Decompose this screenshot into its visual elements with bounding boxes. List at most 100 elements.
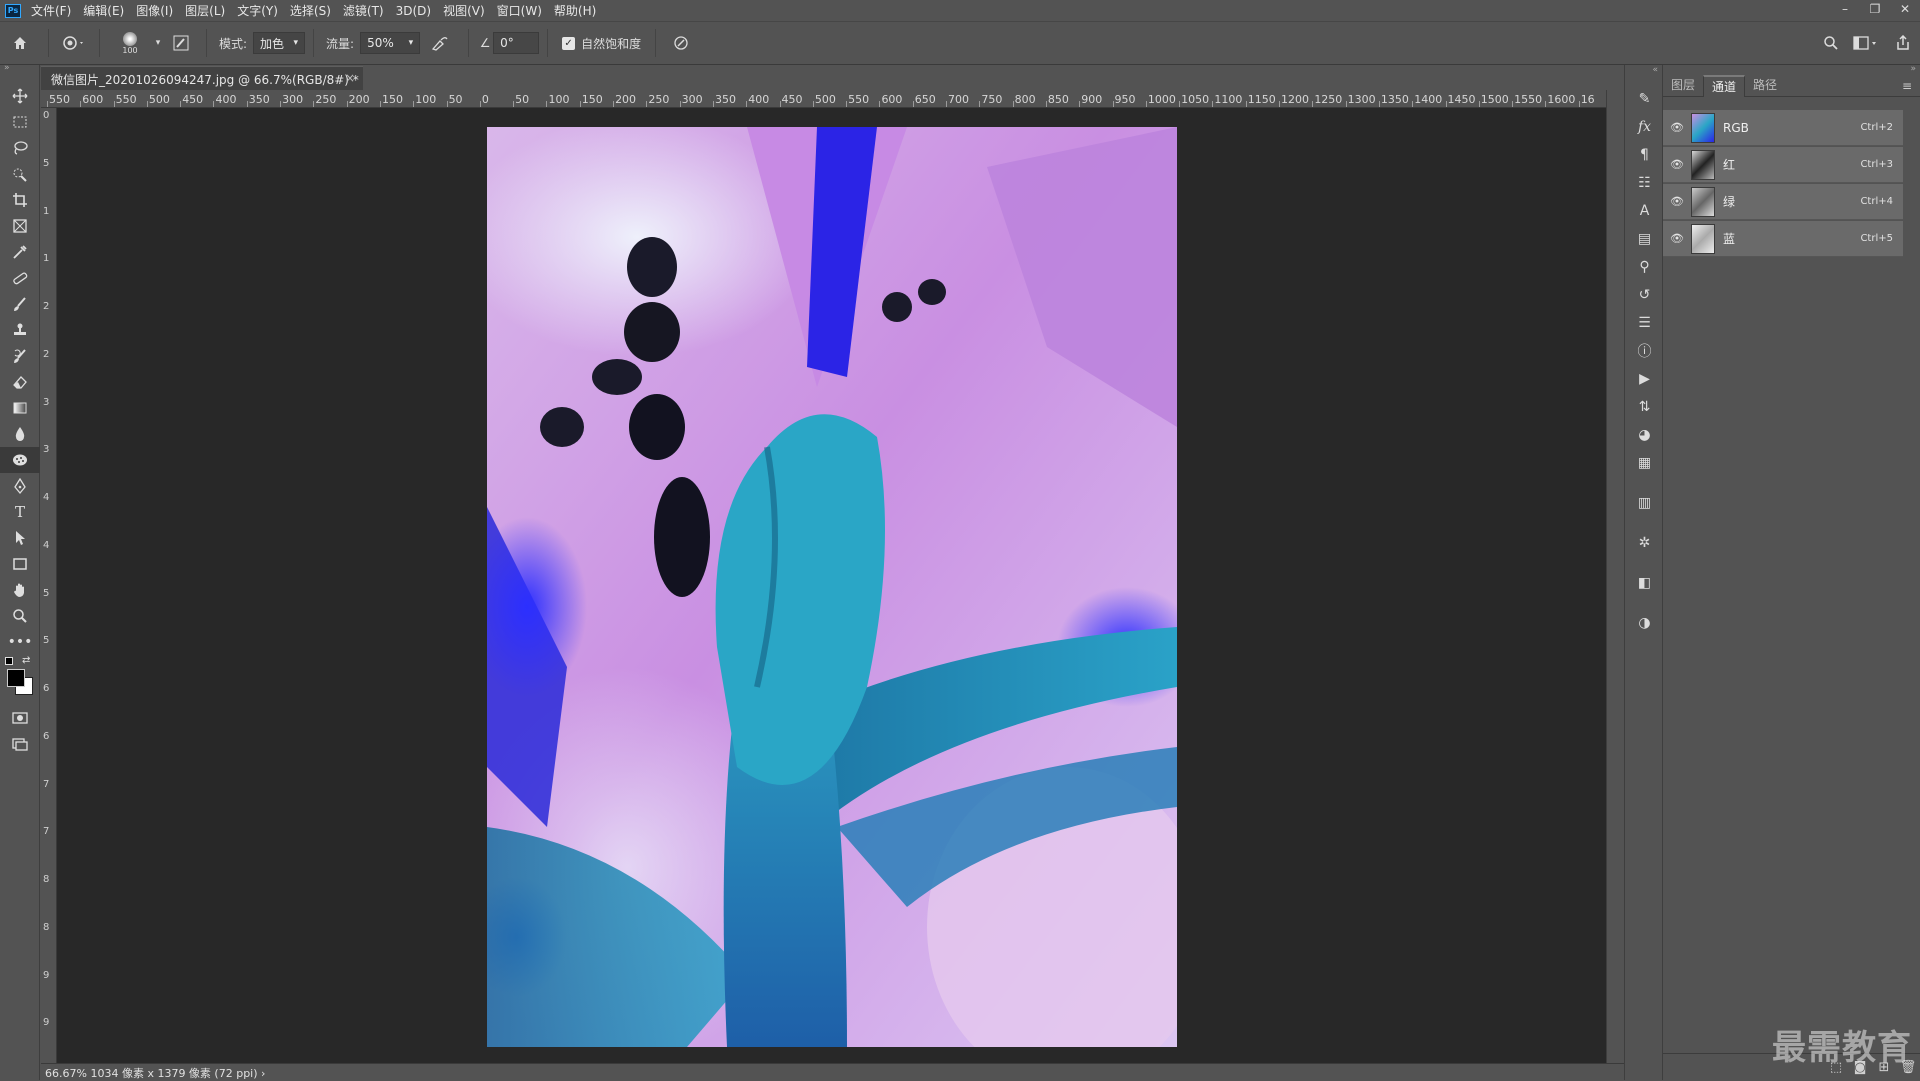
glyphs-panel-icon[interactable]: ▤ <box>1625 225 1664 253</box>
sponge-tool-icon[interactable] <box>0 447 40 473</box>
menu-help[interactable]: 帮助(H) <box>554 2 596 19</box>
document-image[interactable] <box>487 127 1177 1047</box>
properties-panel-icon[interactable]: ☷ <box>1625 169 1664 197</box>
flow-input[interactable]: 50% ▾ <box>360 32 421 54</box>
eraser-tool-icon[interactable] <box>0 369 40 395</box>
separator <box>48 29 49 57</box>
history-panel-icon[interactable]: ↺ <box>1625 281 1664 309</box>
close-tab-icon[interactable]: × <box>345 71 355 85</box>
healing-brush-tool-icon[interactable] <box>0 265 40 291</box>
brush-settings-icon[interactable] <box>164 35 198 51</box>
more-tools-icon[interactable]: ••• <box>0 629 40 655</box>
clone-stamp-tool-icon[interactable] <box>0 317 40 343</box>
menu-3d[interactable]: 3D(D) <box>396 4 431 18</box>
collapse-panel-icon[interactable]: » <box>1910 64 1916 74</box>
airbrush-icon[interactable] <box>420 35 460 51</box>
brush-tool-icon[interactable] <box>0 291 40 317</box>
brush-size-value: 100 <box>122 45 138 55</box>
menu-filter[interactable]: 滤镜(T) <box>343 2 384 19</box>
actions-panel-icon[interactable]: ▶ <box>1625 365 1664 393</box>
crop-tool-icon[interactable] <box>0 187 40 213</box>
brush-settings-panel-icon[interactable]: ✎ <box>1625 85 1664 113</box>
tool-preset-picker-icon[interactable] <box>57 35 91 51</box>
menu-layer[interactable]: 图层(L) <box>185 2 225 19</box>
menu-type[interactable]: 文字(Y) <box>237 2 278 19</box>
quick-selection-tool-icon[interactable] <box>0 161 40 187</box>
menu-view[interactable]: 视图(V) <box>443 2 485 19</box>
menu-image[interactable]: 图像(I) <box>136 2 173 19</box>
history-brush-tool-icon[interactable] <box>0 343 40 369</box>
collapse-dock-icon[interactable]: « <box>1625 65 1662 85</box>
clone-source-panel-icon[interactable]: ⚲ <box>1625 253 1664 281</box>
channel-row-red[interactable]: 👁 红 Ctrl+3 <box>1663 147 1903 183</box>
quick-mask-icon[interactable] <box>0 705 40 731</box>
type-tool-icon[interactable]: T <box>0 499 40 525</box>
angle-input[interactable]: 0° <box>493 32 540 54</box>
tab-paths[interactable]: 路径 <box>1745 75 1785 97</box>
channel-row-blue[interactable]: 👁 蓝 Ctrl+5 <box>1663 221 1903 257</box>
3d-panel-icon[interactable]: ✲ <box>1625 529 1664 557</box>
panel-menu-icon[interactable]: ≡ <box>1902 75 1920 96</box>
pen-tool-icon[interactable] <box>0 473 40 499</box>
menu-file[interactable]: 文件(F) <box>31 2 71 19</box>
separator <box>655 29 657 57</box>
tab-layers[interactable]: 图层 <box>1663 75 1703 97</box>
workspace-icon[interactable] <box>1846 35 1886 51</box>
ruler-tick <box>479 101 481 107</box>
styles-panel-icon[interactable]: ◑ <box>1625 609 1664 637</box>
ruler-tick-label: 150 <box>381 93 403 106</box>
swap-colors-icon[interactable]: ⇄ <box>22 655 30 666</box>
menu-window[interactable]: 窗口(W) <box>497 2 542 19</box>
share-icon[interactable] <box>1886 35 1920 51</box>
color-panel-icon[interactable]: ◕ <box>1625 421 1664 449</box>
status-menu-icon[interactable]: › <box>261 1067 265 1080</box>
info-panel-icon[interactable]: ⓘ <box>1625 337 1664 365</box>
canvas-scrollbar[interactable] <box>1606 90 1624 1063</box>
visibility-eye-icon[interactable]: 👁 <box>1667 158 1687 171</box>
ruler-tick-label: 5 <box>43 587 50 599</box>
chevron-down-icon[interactable]: ▾ <box>152 38 164 48</box>
marquee-tool-icon[interactable] <box>0 109 40 135</box>
foreground-color-swatch[interactable] <box>7 669 25 687</box>
libraries-panel-icon[interactable]: ☰ <box>1625 309 1664 337</box>
visibility-eye-icon[interactable]: 👁 <box>1667 121 1687 134</box>
visibility-eye-icon[interactable]: 👁 <box>1667 195 1687 208</box>
zoom-level[interactable]: 66.67% <box>45 1067 87 1080</box>
rectangle-tool-icon[interactable] <box>0 551 40 577</box>
visibility-eye-icon[interactable]: 👁 <box>1667 232 1687 245</box>
fx-panel-icon[interactable]: fx <box>1625 113 1664 141</box>
lasso-tool-icon[interactable] <box>0 135 40 161</box>
collapse-toolbar-icon[interactable]: » <box>0 64 39 73</box>
default-colors-icon[interactable] <box>5 657 13 665</box>
search-icon[interactable] <box>1816 35 1846 51</box>
move-tool-icon[interactable] <box>0 83 40 109</box>
tab-channels[interactable]: 通道 <box>1703 75 1746 97</box>
path-selection-tool-icon[interactable] <box>0 525 40 551</box>
home-icon[interactable] <box>0 35 40 51</box>
brush-preset-picker[interactable]: 100 <box>108 31 152 55</box>
paragraph-panel-icon[interactable]: ¶ <box>1625 141 1664 169</box>
eyedropper-tool-icon[interactable] <box>0 239 40 265</box>
swatches-panel-icon[interactable]: ▦ <box>1625 449 1664 477</box>
frame-tool-icon[interactable] <box>0 213 40 239</box>
menu-edit[interactable]: 编辑(E) <box>83 2 124 19</box>
notes-panel-icon[interactable]: ▥ <box>1625 489 1664 517</box>
close-window-button[interactable]: ✕ <box>1890 0 1920 21</box>
menu-select[interactable]: 选择(S) <box>290 2 331 19</box>
minimize-button[interactable]: – <box>1830 0 1860 21</box>
screen-mode-icon[interactable] <box>0 731 40 757</box>
channel-row-green[interactable]: 👁 绿 Ctrl+4 <box>1663 184 1903 220</box>
gradient-tool-icon[interactable] <box>0 395 40 421</box>
blur-tool-icon[interactable] <box>0 421 40 447</box>
character-panel-icon[interactable]: A <box>1625 197 1664 225</box>
hand-tool-icon[interactable] <box>0 577 40 603</box>
mode-select[interactable]: 加色 ▾ <box>253 32 306 54</box>
document-tab[interactable]: 微信图片_20201026094247.jpg @ 66.7%(RGB/8#) … <box>41 66 363 90</box>
pressure-size-icon[interactable] <box>664 35 698 51</box>
zoom-tool-icon[interactable] <box>0 603 40 629</box>
adjustments-panel-icon[interactable]: ⇅ <box>1625 393 1664 421</box>
vibrance-checkbox[interactable]: ✓ <box>562 36 576 50</box>
channel-row-rgb[interactable]: 👁 RGB Ctrl+2 <box>1663 110 1903 146</box>
restore-button[interactable]: ❐ <box>1860 0 1890 21</box>
learn-panel-icon[interactable]: ◧ <box>1625 569 1664 597</box>
